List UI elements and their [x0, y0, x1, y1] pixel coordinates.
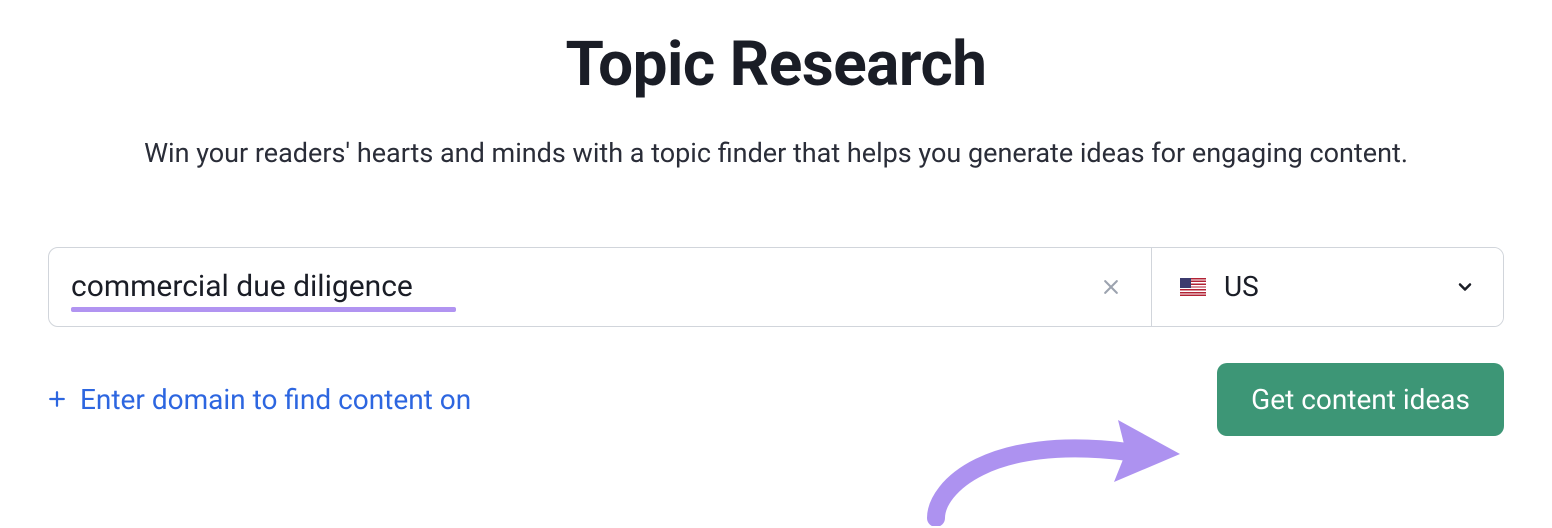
enter-domain-link[interactable]: Enter domain to find content on: [48, 383, 471, 416]
highlight-underline: [71, 307, 456, 312]
page-title: Topic Research: [565, 28, 986, 101]
get-content-ideas-button[interactable]: Get content ideas: [1217, 363, 1504, 436]
country-label: US: [1224, 270, 1437, 303]
topic-input-wrap: [49, 248, 1151, 326]
clear-input-button[interactable]: [1093, 269, 1129, 305]
plus-icon: [48, 390, 66, 408]
bottom-row: Enter domain to find content on Get cont…: [48, 363, 1504, 436]
us-flag-icon: [1180, 278, 1206, 296]
chevron-down-icon: [1455, 277, 1475, 297]
country-select[interactable]: US: [1151, 248, 1503, 326]
page-subtitle: Win your readers' hearts and minds with …: [144, 133, 1408, 175]
close-icon: [1101, 277, 1121, 297]
search-row: US: [48, 247, 1504, 327]
domain-link-label: Enter domain to find content on: [80, 383, 471, 416]
topic-input[interactable]: [71, 269, 1093, 304]
